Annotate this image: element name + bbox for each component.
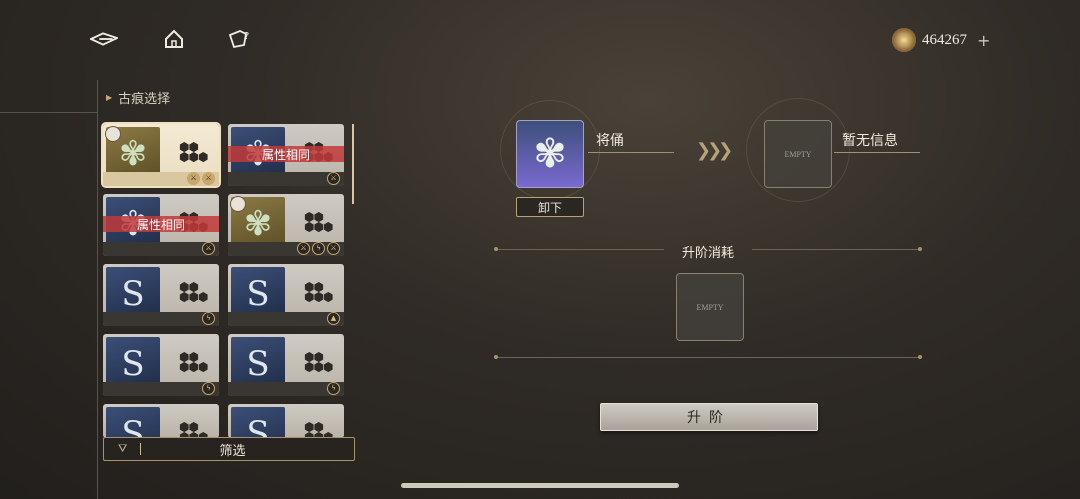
help-icon[interactable]: ?	[226, 26, 254, 52]
attribute-badges: ϟ	[202, 312, 215, 325]
trace-card[interactable]: S ⬢⬢ ⬢⬢⬢	[103, 404, 219, 438]
hexagon-slots-icon: ⬢⬢⬢⬢⬢	[304, 210, 333, 234]
attribute-badge-icon: ⚔	[202, 172, 215, 185]
arrow-right-icon: ❯❯❯	[696, 140, 733, 161]
hexagon-slots-icon: ⬢⬢⬢⬢⬢	[179, 420, 208, 438]
back-arrow-icon[interactable]	[90, 26, 118, 52]
panel-title: ▶ 古痕选择	[106, 88, 170, 107]
divider	[498, 249, 664, 250]
attribute-badges: ⚔	[327, 172, 340, 185]
scrollbar[interactable]	[352, 124, 354, 204]
cost-title: 升阶消耗	[682, 246, 735, 261]
trace-card[interactable]: ✾⬢⬢⬢⬢⬢⚔属性相同	[103, 194, 219, 256]
attribute-badge-icon: ⚔	[202, 242, 215, 255]
panel-border	[97, 80, 98, 499]
attribute-badge-icon: ▲	[327, 312, 340, 325]
current-trace-slot[interactable]: ✾	[516, 120, 584, 188]
divider	[752, 249, 920, 250]
filter-label: 筛选	[219, 443, 246, 459]
attribute-badge-icon: ⚔	[327, 242, 340, 255]
trace-thumbnail: S	[106, 407, 160, 438]
trace-card[interactable]: S ⬢⬢ ⬢⬢⬢ ϟ	[228, 334, 344, 396]
trace-card[interactable]: ✾ ⬢⬢ ⬢⬢⬢ ⚔ ⚔	[103, 124, 219, 186]
attribute-badges: ⚔ ϟ ⚔	[297, 242, 340, 255]
hexagon-slots-icon: ⬢⬢⬢⬢⬢	[304, 420, 333, 438]
filter-icon: ⛛	[118, 442, 128, 455]
upgrade-button[interactable]: 升阶	[600, 403, 818, 431]
attribute-badge-icon: ϟ	[202, 312, 215, 325]
coin-icon	[892, 28, 916, 52]
attribute-badge-icon: ⚔	[297, 242, 310, 255]
home-indicator[interactable]	[401, 483, 679, 488]
same-attribute-banner: 属性相同	[228, 146, 344, 162]
label-underline	[588, 152, 674, 153]
result-info: 暂无信息	[842, 133, 898, 149]
equipped-avatar	[230, 196, 246, 212]
trace-card[interactable]: ✾ ⬢⬢ ⬢⬢⬢ ⚔ ϟ ⚔	[228, 194, 344, 256]
divider-dot	[494, 355, 498, 359]
cost-slot: EMPTY	[676, 273, 744, 341]
header-divider	[0, 112, 98, 113]
result-empty-text: EMPTY	[784, 149, 812, 159]
hexagon-slots-icon: ⬢⬢⬢⬢⬢	[179, 280, 208, 304]
result-slot: EMPTY	[764, 120, 832, 188]
hexagon-slots-icon: ⬢⬢⬢⬢⬢	[179, 350, 208, 374]
trace-card[interactable]: ✾⬢⬢⬢⬢⬢⚔属性相同	[228, 124, 344, 186]
trace-card[interactable]: S ⬢⬢ ⬢⬢⬢ ▲	[228, 264, 344, 326]
attribute-badges: ⚔	[202, 242, 215, 255]
attribute-badge-icon: ⚔	[327, 172, 340, 185]
trace-thumbnail: S	[231, 407, 285, 438]
attribute-badges: ϟ	[327, 382, 340, 395]
trace-emblem-icon: S	[121, 414, 145, 438]
hexagon-slots-icon: ⬢⬢⬢⬢⬢	[304, 280, 333, 304]
panel-title-label: 古痕选择	[118, 92, 171, 107]
divider-dot	[494, 247, 498, 251]
hexagon-slots-icon: ⬢⬢⬢⬢⬢	[304, 350, 333, 374]
currency-display: 464267 +	[892, 28, 990, 52]
attribute-badge-icon: ϟ	[202, 382, 215, 395]
currency-amount: 464267	[922, 31, 967, 48]
trace-card[interactable]: S ⬢⬢ ⬢⬢⬢	[228, 404, 344, 438]
add-currency-button[interactable]: +	[977, 31, 990, 50]
attribute-badges: ϟ	[202, 382, 215, 395]
home-icon[interactable]	[160, 26, 188, 52]
trace-card[interactable]: S ⬢⬢ ⬢⬢⬢ ϟ	[103, 334, 219, 396]
attribute-badge-icon: ϟ	[327, 382, 340, 395]
attribute-badge-icon: ⚔	[187, 172, 200, 185]
same-attribute-banner: 属性相同	[103, 216, 219, 232]
attribute-badges: ▲	[327, 312, 340, 325]
filter-button[interactable]: ⛛ 筛选	[103, 437, 355, 461]
label-underline	[834, 152, 920, 153]
attribute-badge-icon: ϟ	[312, 242, 325, 255]
trace-card[interactable]: S ⬢⬢ ⬢⬢⬢ ϟ	[103, 264, 219, 326]
current-trace-name: 将俑	[596, 133, 624, 149]
divider	[498, 357, 920, 358]
trace-emblem-icon: ✾	[533, 131, 567, 177]
svg-text:?: ?	[244, 31, 249, 42]
attribute-badges: ⚔ ⚔	[187, 172, 215, 185]
divider-dot	[918, 355, 922, 359]
unequip-button[interactable]: 卸下	[516, 197, 584, 217]
divider-dot	[918, 247, 922, 251]
trace-emblem-icon: S	[246, 414, 270, 438]
equipped-avatar	[105, 126, 121, 142]
hexagon-slots-icon: ⬢⬢⬢⬢⬢	[179, 140, 208, 164]
triangle-icon: ▶	[106, 93, 113, 102]
cost-empty-text: EMPTY	[696, 302, 724, 312]
